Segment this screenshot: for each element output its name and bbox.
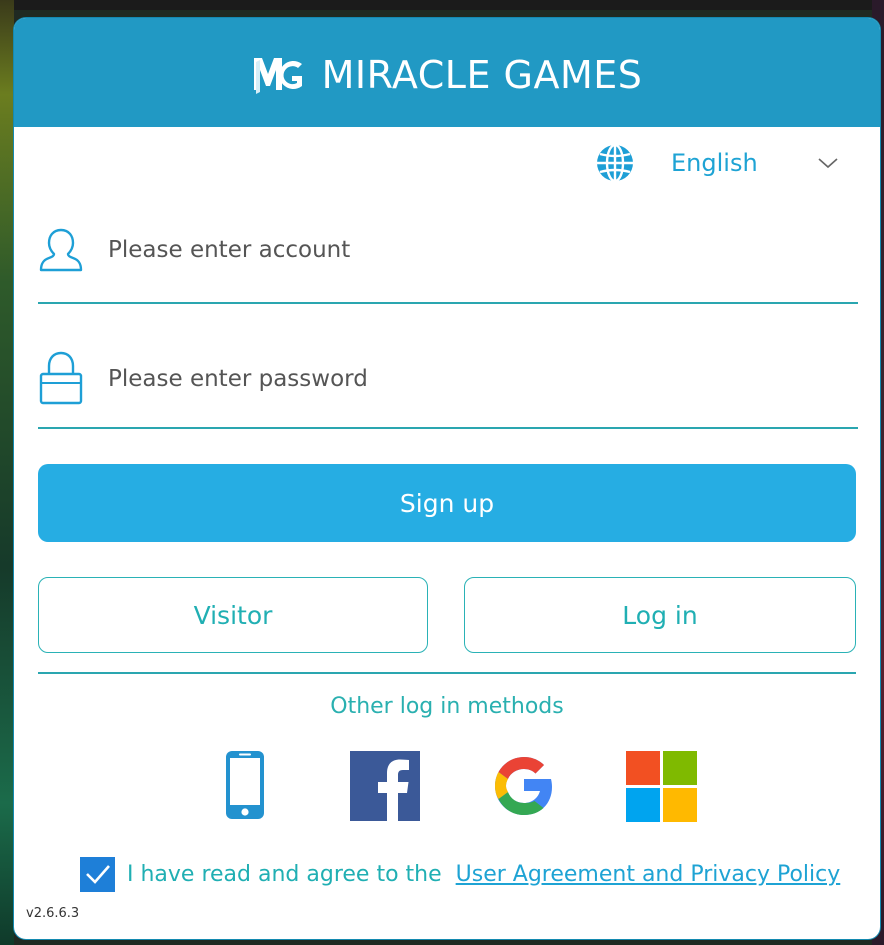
background-left: [0, 0, 14, 945]
microsoft-icon[interactable]: [626, 749, 698, 823]
google-icon[interactable]: [488, 749, 560, 823]
chevron-down-icon: [818, 158, 838, 169]
agreement-checkbox[interactable]: [80, 856, 115, 892]
brand-title: MIRACLE GAMES: [321, 52, 643, 97]
language-selector[interactable]: English: [595, 143, 855, 183]
user-agreement-link[interactable]: User Agreement and Privacy Policy: [456, 862, 841, 887]
facebook-icon[interactable]: [350, 749, 420, 823]
account-field: [38, 214, 858, 304]
version-label: v2.6.6.3: [26, 906, 80, 921]
mg-logo-icon: [253, 57, 302, 94]
globe-icon: [597, 143, 633, 183]
divider: [38, 672, 856, 674]
language-label: English: [671, 149, 758, 177]
signup-button[interactable]: Sign up: [38, 464, 856, 542]
user-icon: [39, 228, 83, 272]
brand-logo: MIRACLE GAMES: [252, 53, 643, 97]
account-input[interactable]: [108, 228, 848, 272]
agreement-row: I have read and agree to the User Agreem…: [80, 856, 840, 892]
login-button[interactable]: Log in: [464, 577, 856, 653]
other-login-methods-label: Other log in methods: [330, 694, 564, 719]
visitor-button[interactable]: Visitor: [38, 577, 428, 653]
agreement-text: I have read and agree to the: [127, 861, 442, 887]
password-input[interactable]: [108, 357, 848, 401]
background-top: [0, 0, 884, 10]
check-icon: [85, 865, 110, 884]
phone-icon[interactable]: [223, 749, 267, 823]
login-dialog: MIRACLE GAMES English Sign up Visi: [14, 18, 880, 939]
password-field: [38, 343, 858, 429]
lock-icon: [39, 351, 83, 405]
dialog-header: MIRACLE GAMES: [14, 18, 880, 127]
